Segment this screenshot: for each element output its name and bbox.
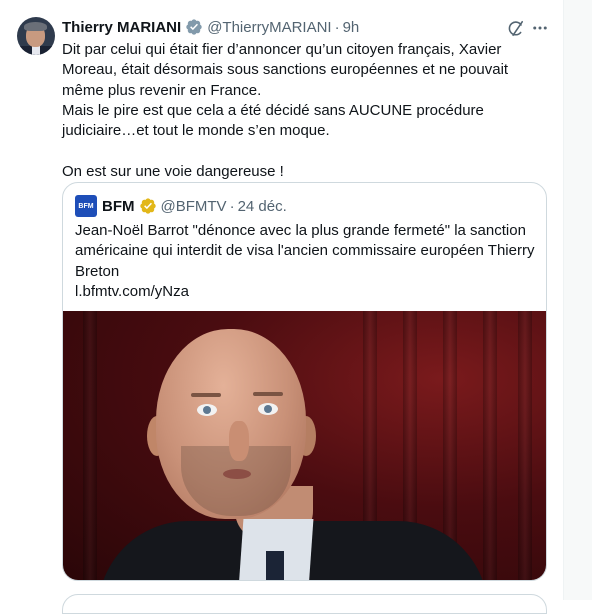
author-handle[interactable]: @ThierryMARIANI	[207, 19, 331, 36]
bfm-logo[interactable]: BFM	[75, 195, 97, 217]
more-icon[interactable]	[530, 18, 550, 38]
verified-badge-icon	[139, 197, 157, 215]
tweet-header: Thierry MARIANI @ThierryMARIANI · 9h	[62, 17, 359, 37]
author-name[interactable]: Thierry MARIANI	[62, 19, 181, 36]
dot-separator: ·	[334, 18, 340, 36]
quoted-author-handle[interactable]: @BFMTV	[161, 198, 227, 215]
next-card-edge	[62, 594, 547, 614]
quoted-tweet-header: BFM BFM @BFMTV · 24 déc.	[75, 195, 287, 217]
avatar[interactable]	[17, 17, 55, 55]
verified-badge-icon	[185, 18, 203, 36]
quoted-tweet-photo[interactable]	[63, 311, 546, 580]
grok-icon[interactable]	[505, 18, 525, 38]
dot-separator: ·	[229, 197, 235, 215]
quoted-author-name[interactable]: BFM	[102, 198, 135, 215]
sidebar-edge	[564, 0, 592, 600]
tweet-timestamp[interactable]: 9h	[343, 19, 360, 36]
quoted-tweet-timestamp[interactable]: 24 déc.	[238, 198, 287, 215]
tweet-card[interactable]: Thierry MARIANI @ThierryMARIANI · 9h Dit…	[0, 0, 563, 614]
quoted-tweet-text: Jean-Noël Barrot "dénonce avec la plus g…	[75, 222, 535, 300]
quoted-tweet[interactable]: BFM BFM @BFMTV · 24 déc. Jean-Noël Barro…	[62, 182, 547, 581]
tweet-text: Dit par celui qui était fier d’annoncer …	[62, 41, 509, 180]
